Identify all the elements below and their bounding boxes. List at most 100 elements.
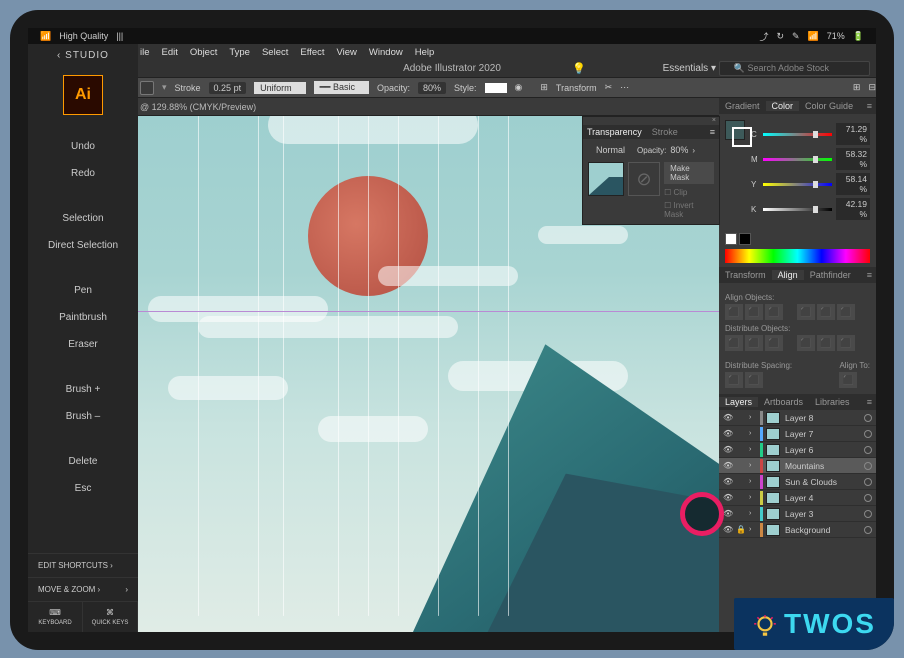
expand-icon[interactable]: ›: [749, 478, 757, 485]
visibility-icon[interactable]: 👁: [723, 493, 733, 502]
transform-label[interactable]: Transform: [556, 83, 597, 93]
align-top-icon[interactable]: ⬛: [797, 304, 815, 320]
panel-menu-icon[interactable]: ≡: [710, 127, 715, 137]
layer-row[interactable]: 👁 › Layer 6: [719, 442, 876, 458]
document-tab[interactable]: @ 129.88% (CMYK/Preview): [140, 102, 256, 112]
target-icon[interactable]: [864, 462, 872, 470]
expand-icon[interactable]: ›: [749, 510, 757, 517]
visibility-icon[interactable]: 👁: [723, 477, 733, 486]
brush-def[interactable]: ━━ Basic: [314, 81, 369, 94]
menu-view[interactable]: View: [337, 47, 357, 58]
align-right-icon[interactable]: ⬛: [765, 304, 783, 320]
menu-help[interactable]: Help: [415, 47, 435, 58]
target-icon[interactable]: [864, 446, 872, 454]
layer-row[interactable]: 👁 › Mountains: [719, 458, 876, 474]
make-mask-button[interactable]: Make Mask: [664, 162, 714, 184]
tab-layers[interactable]: Layers: [719, 397, 758, 407]
expand-icon[interactable]: ›: [749, 446, 757, 453]
tab-stroke[interactable]: Stroke: [652, 127, 678, 137]
k-slider[interactable]: [763, 208, 832, 211]
isolate-icon[interactable]: ✂: [605, 82, 613, 93]
workspace-dropdown[interactable]: Essentials ▾: [663, 63, 716, 74]
visibility-icon[interactable]: 👁: [723, 445, 733, 454]
tab-color[interactable]: Color: [766, 101, 800, 111]
arrange-icon[interactable]: ⊞: [853, 82, 861, 93]
c-slider[interactable]: [763, 133, 832, 136]
target-icon[interactable]: [864, 510, 872, 518]
direct-selection-tool[interactable]: Direct Selection: [48, 240, 118, 251]
tab-colorguide[interactable]: Color Guide: [799, 101, 859, 111]
fill-stroke-swatch[interactable]: [725, 120, 745, 140]
tab-transform[interactable]: Transform: [719, 270, 772, 280]
menu-type[interactable]: Type: [229, 47, 250, 58]
sync-icon[interactable]: ↻: [776, 31, 784, 42]
opacity-field[interactable]: 80%: [670, 145, 688, 155]
brush-plus[interactable]: Brush +: [66, 384, 101, 395]
stroke-profile[interactable]: Uniform: [254, 82, 306, 94]
layer-name[interactable]: Layer 8: [783, 413, 861, 423]
blend-mode[interactable]: Normal: [588, 144, 633, 156]
layer-name[interactable]: Layer 4: [783, 493, 861, 503]
delete-button[interactable]: Delete: [69, 456, 98, 467]
target-icon[interactable]: [864, 526, 872, 534]
quickkeys-mode[interactable]: ⌘QUICK KEYS: [83, 601, 138, 632]
dist-right-icon[interactable]: ⬛: [837, 335, 855, 351]
search-input[interactable]: 🔍 Search Adobe Stock: [719, 61, 870, 76]
arrange2-icon[interactable]: ⊟: [868, 82, 876, 93]
align-hcenter-icon[interactable]: ⬛: [745, 304, 763, 320]
undo-button[interactable]: Undo: [71, 141, 95, 152]
y-value[interactable]: 58.14 %: [836, 173, 870, 195]
visibility-icon[interactable]: 👁: [723, 525, 733, 534]
brush-minus[interactable]: Brush –: [66, 411, 100, 422]
menu-edit[interactable]: Edit: [162, 47, 178, 58]
align-icons[interactable]: ⊞: [540, 82, 548, 93]
close-icon[interactable]: ×: [712, 117, 716, 125]
menu-object[interactable]: Object: [190, 47, 217, 58]
layer-row[interactable]: 👁 › Layer 8: [719, 410, 876, 426]
panel-menu-icon[interactable]: ≡: [863, 101, 876, 111]
guide-line[interactable]: [138, 311, 719, 312]
edit-icon[interactable]: ✎: [792, 31, 800, 42]
hint-icon[interactable]: 💡: [572, 62, 586, 75]
expand-icon[interactable]: ›: [749, 462, 757, 469]
align-left-icon[interactable]: ⬛: [725, 304, 743, 320]
visibility-icon[interactable]: 👁: [723, 413, 733, 422]
align-bottom-icon[interactable]: ⬛: [837, 304, 855, 320]
y-slider[interactable]: [763, 183, 832, 186]
stroke-value[interactable]: 0.25 pt: [209, 82, 247, 94]
menu-window[interactable]: Window: [369, 47, 403, 58]
layer-name[interactable]: Layer 3: [783, 509, 861, 519]
recolor-icon[interactable]: ◉: [515, 82, 523, 93]
panel-menu-icon[interactable]: ≡: [863, 270, 876, 280]
menu-select[interactable]: Select: [262, 47, 288, 58]
eraser-tool[interactable]: Eraser: [68, 339, 97, 350]
layer-row[interactable]: 👁 › Layer 7: [719, 426, 876, 442]
expand-icon[interactable]: ›: [749, 430, 757, 437]
panel-menu-icon[interactable]: ≡: [863, 397, 876, 407]
layer-row[interactable]: 👁 › Sun & Clouds: [719, 474, 876, 490]
dist-top-icon[interactable]: ⬛: [725, 335, 743, 351]
dist-vspace-icon[interactable]: ⬛: [725, 372, 743, 388]
expand-icon[interactable]: ›: [749, 494, 757, 501]
swatch-white[interactable]: [725, 233, 737, 245]
dist-left-icon[interactable]: ⬛: [797, 335, 815, 351]
tab-transparency[interactable]: Transparency: [587, 127, 642, 137]
align-vcenter-icon[interactable]: ⬛: [817, 304, 835, 320]
menu-file[interactable]: ile: [140, 47, 150, 58]
swatch-black[interactable]: [739, 233, 751, 245]
expand-icon[interactable]: ›: [749, 526, 757, 533]
layer-name[interactable]: Layer 7: [783, 429, 861, 439]
style-swatch[interactable]: [485, 83, 507, 93]
keyboard-mode[interactable]: ⌨KEYBOARD: [28, 601, 83, 632]
k-value[interactable]: 42.19 %: [836, 198, 870, 220]
tab-libraries[interactable]: Libraries: [809, 397, 856, 407]
layer-row[interactable]: 👁 › Layer 4: [719, 490, 876, 506]
dist-vcenter-icon[interactable]: ⬛: [745, 335, 763, 351]
menu-effect[interactable]: Effect: [300, 47, 324, 58]
tab-artboards[interactable]: Artboards: [758, 397, 809, 407]
visibility-icon[interactable]: 👁: [723, 509, 733, 518]
target-icon[interactable]: [864, 478, 872, 486]
redo-button[interactable]: Redo: [71, 168, 95, 179]
sidebar-title[interactable]: ‹ STUDIO: [57, 50, 109, 61]
m-value[interactable]: 58.32 %: [836, 148, 870, 170]
